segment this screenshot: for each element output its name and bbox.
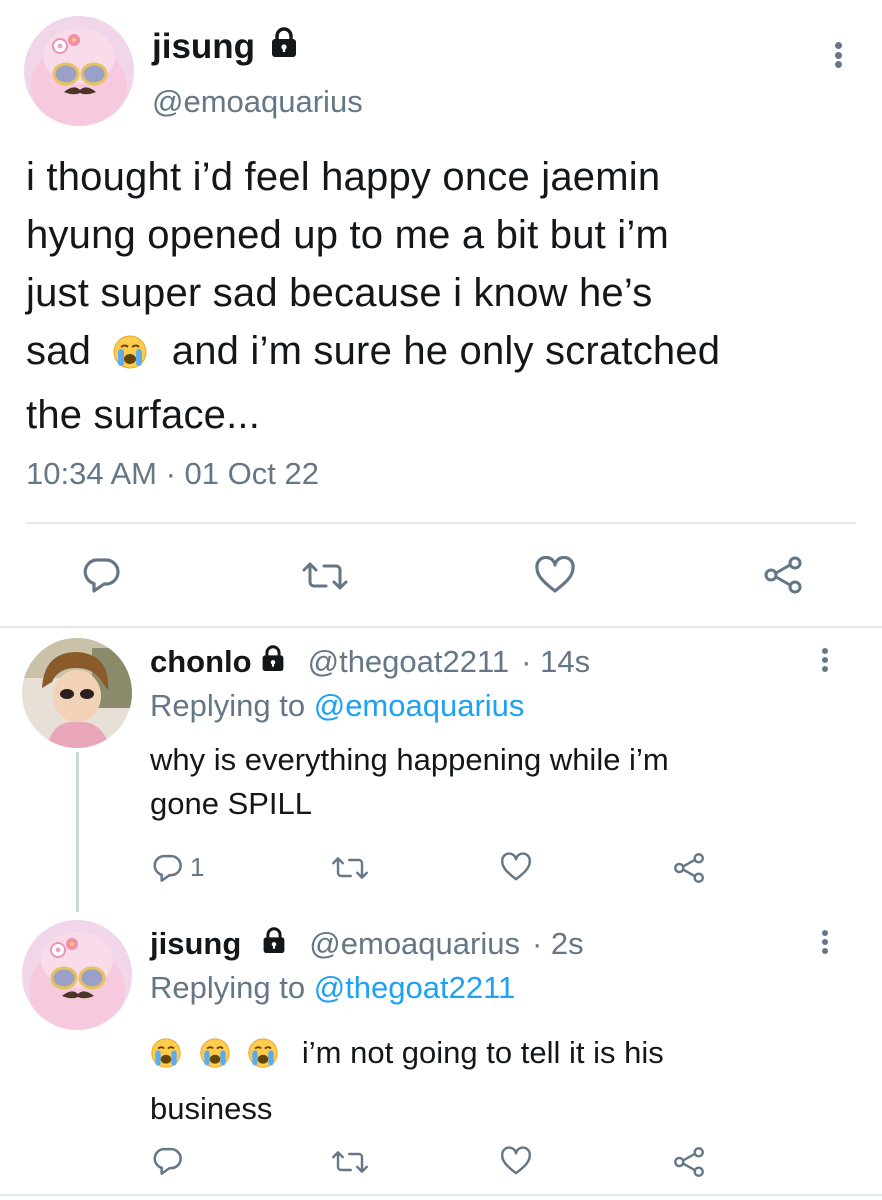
like-icon (501, 852, 531, 881)
avatar-chonlo[interactable] (22, 638, 132, 748)
share-button[interactable] (762, 556, 804, 594)
divider (0, 1194, 882, 1196)
reply-time: · 2s (531, 926, 584, 961)
reply-display-name: chonlo (150, 644, 252, 679)
tweet-text-fragment: sad (26, 329, 92, 373)
tweet-text-line: i thought i’d feel happy once jaemin (26, 155, 661, 199)
reply-display-name: jisung (150, 926, 242, 961)
reply-text: i’m not going to tell it is his business (150, 1028, 850, 1134)
reply-handle: @thegoat2211 (307, 644, 510, 679)
crying-face-emoji (150, 1034, 182, 1084)
replying-prefix: Replying to (150, 688, 306, 723)
reply-icon (153, 854, 182, 882)
reply-icon (83, 558, 120, 593)
divider (0, 626, 882, 628)
like-button[interactable] (500, 1146, 532, 1176)
replying-to: Replying to @emoaquarius (150, 688, 524, 724)
avatar-jisung[interactable] (24, 16, 134, 126)
lock-icon (269, 26, 299, 67)
reply-button[interactable]: 1 (152, 852, 204, 883)
avatar-jisung[interactable] (22, 920, 132, 1030)
retweet-button[interactable] (330, 855, 370, 881)
reply-button[interactable] (82, 556, 122, 594)
reply-text-line: business (150, 1091, 273, 1126)
share-icon (674, 853, 704, 883)
reply-icon (153, 1147, 182, 1175)
share-button[interactable] (672, 1146, 706, 1178)
reply-text: why is everything happening while i’m go… (150, 738, 850, 826)
retweet-button[interactable] (300, 560, 350, 592)
tweet-text: i thought i’d feel happy once jaemin hyu… (26, 148, 866, 444)
like-icon (535, 556, 575, 593)
reply-count: 1 (190, 852, 205, 882)
reply-text-line: why is everything happening while i’m (150, 742, 669, 777)
display-name-text: jisung (152, 26, 256, 66)
tweet-text-line: just super sad because i know he’s (26, 271, 653, 315)
more-icon[interactable] (819, 930, 831, 954)
retweet-button[interactable] (330, 1149, 370, 1175)
like-icon (501, 1146, 531, 1175)
handle[interactable]: @emoaquarius (152, 84, 363, 120)
reply-time: · 14s (521, 644, 591, 679)
share-icon (764, 556, 802, 594)
lock-icon (260, 644, 286, 680)
display-name[interactable]: jisung (152, 26, 299, 67)
reply-author[interactable]: chonlo @thegoat2211 · 14s (150, 644, 590, 680)
tweet-text-line: sad and i’m sure he only scratched (26, 322, 866, 386)
reply-button[interactable] (152, 1146, 184, 1176)
more-icon[interactable] (819, 648, 831, 672)
replying-to: Replying to @thegoat2211 (150, 970, 515, 1006)
crying-face-emoji (199, 1034, 231, 1084)
more-icon[interactable] (831, 42, 845, 68)
retweet-icon (332, 1151, 368, 1173)
tweet-text-line: hyung opened up to me a bit but i’m (26, 213, 669, 257)
lock-icon (261, 926, 287, 962)
like-button[interactable] (500, 852, 532, 882)
tweet-text-line: the surface... (26, 393, 261, 437)
replying-prefix: Replying to (150, 970, 306, 1005)
replying-to-link[interactable]: @thegoat2211 (314, 970, 516, 1005)
timestamp[interactable]: 10:34 AM · 01 Oct 22 (26, 456, 319, 492)
replying-to-link[interactable]: @emoaquarius (314, 688, 525, 723)
share-button[interactable] (672, 852, 706, 884)
crying-face-emoji (112, 328, 148, 386)
share-icon (674, 1147, 704, 1177)
reply-text-line: gone SPILL (150, 786, 313, 821)
tweet-text-fragment: and i’m sure he only scratched (171, 329, 721, 373)
reply-handle: @emoaquarius (309, 926, 520, 961)
reply-text-line: i’m not going to tell it is his (150, 1028, 850, 1084)
retweet-icon (302, 562, 348, 590)
like-button[interactable] (534, 556, 576, 594)
reply-author[interactable]: jisung @emoaquarius · 2s (150, 926, 584, 962)
reply-text-fragment: i’m not going to tell it is his (301, 1035, 664, 1070)
thread-line (76, 752, 79, 912)
crying-face-emoji (247, 1034, 279, 1084)
divider (26, 522, 856, 524)
retweet-icon (332, 857, 368, 879)
